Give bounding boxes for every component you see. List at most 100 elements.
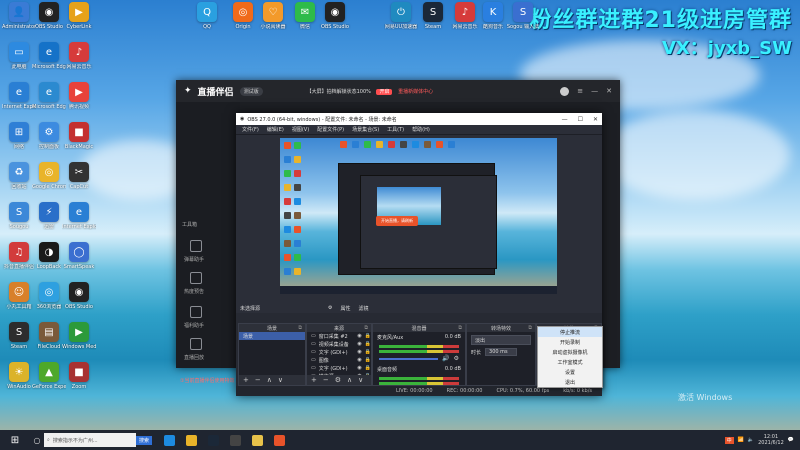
desktop-icon[interactable]: e Internet Explorer	[62, 202, 96, 230]
taskbar-app-zhibo[interactable]	[268, 430, 290, 450]
taskbar-app-steam[interactable]	[202, 430, 224, 450]
desktop-icon[interactable]: ◑ LoopBack	[32, 242, 66, 270]
close-icon[interactable]: ✕	[606, 87, 612, 96]
desktop-icon[interactable]: K 酷狗音乐	[476, 2, 510, 30]
lock-icon[interactable]: 🔒	[365, 341, 371, 347]
desktop-icon[interactable]: ☀ WinAudio	[2, 362, 36, 390]
eye-icon[interactable]: ◉	[357, 349, 361, 355]
desktop-icon[interactable]: ◉ OBS Studio	[32, 2, 66, 30]
desktop-icon[interactable]: ▶ CyberLink	[62, 2, 96, 30]
desktop-icon[interactable]: S Steam	[2, 322, 36, 350]
desktop-icon[interactable]: S Sogou 输入法	[506, 2, 540, 30]
control-button[interactable]: 停止推流	[538, 327, 602, 337]
add-icon[interactable]: +	[311, 376, 317, 384]
obs-preview[interactable]: 开始直播，请刷新	[280, 138, 557, 294]
desktop-icon[interactable]: ▭ 此电脑	[2, 42, 36, 70]
sidebar-item-welfare[interactable]: 福利助手	[184, 322, 204, 329]
clock[interactable]: 12:01 2021/6/12	[758, 434, 784, 446]
transition-select[interactable]: 淡出	[471, 335, 531, 345]
search-button[interactable]: 搜索	[136, 435, 153, 445]
desktop-icon[interactable]: 👤 Administrator	[2, 2, 36, 30]
search-input[interactable]: 搜索指示不为广州...	[53, 437, 133, 444]
control-button[interactable]: 退出	[538, 377, 602, 387]
source-item[interactable]: ▭ 窗口采集 #2 ◉ 🔒	[307, 332, 371, 340]
speaker-icon[interactable]: 🔊	[442, 355, 449, 362]
desktop-icon[interactable]: ✉ 微信	[288, 2, 322, 30]
dock-close-icon[interactable]: ⧉	[298, 325, 302, 331]
notification-icon[interactable]: 💬	[788, 437, 794, 443]
add-icon[interactable]: +	[243, 376, 249, 384]
desktop-icon[interactable]: ◎ 360浏览器	[32, 282, 66, 310]
lock-icon[interactable]: 🔒	[365, 365, 371, 371]
lock-icon[interactable]: 🔒	[365, 349, 371, 355]
desktop-icon[interactable]: ▲ GeForce Experience	[32, 362, 66, 390]
desktop-icon[interactable]: ☺ 小丸工具箱	[2, 282, 36, 310]
desktop-icon[interactable]: S Steam	[416, 2, 450, 30]
taskbar-app-chrome[interactable]	[180, 430, 202, 450]
control-button[interactable]: 启动虚拟摄像机	[538, 347, 602, 357]
desktop-icon[interactable]: ◯ SmartSpeak	[62, 242, 96, 270]
dock-close-icon[interactable]: ⧉	[458, 325, 462, 331]
remove-icon[interactable]: −	[323, 376, 329, 384]
sidebar-item-toolbox[interactable]: 工具箱	[182, 221, 197, 228]
network-icon[interactable]: 📶	[738, 437, 744, 443]
desktop-icon[interactable]: ▶ 腾讯视频	[62, 82, 96, 110]
search-box[interactable]: ⌕ 搜索指示不为广州...	[44, 433, 136, 447]
desktop-icon[interactable]: Q QQ	[190, 2, 224, 30]
desktop-icon[interactable]: ⊞ 网络	[2, 122, 36, 150]
up-icon[interactable]: ∧	[347, 376, 352, 384]
menu-icon[interactable]: ≡	[577, 87, 583, 96]
desktop-icon[interactable]: ⏻ 网易UU加速器	[384, 2, 418, 30]
desktop-icon[interactable]: ♪ 网易云音乐	[62, 42, 96, 70]
desktop-icon[interactable]: e Microsoft Edge	[32, 82, 66, 110]
desktop-icon[interactable]: S Sougou	[2, 202, 36, 230]
control-button[interactable]: 设置	[538, 367, 602, 377]
minimize-icon[interactable]: —	[562, 116, 568, 123]
zhibo-status-tag[interactable]: 开启	[376, 88, 393, 95]
source-item[interactable]: ▭ 图像 ◉ 🔒	[307, 356, 371, 364]
source-item[interactable]: ▭ 文字 (GDI+) ◉ 🔒	[307, 348, 371, 356]
gear-icon[interactable]: ⚙	[335, 376, 341, 384]
desktop-icon[interactable]: ◉ OBS Studio	[318, 2, 352, 30]
start-button[interactable]: ⊞	[0, 430, 30, 450]
minimize-icon[interactable]: —	[591, 87, 598, 96]
dock-close-icon[interactable]: ⧉	[364, 325, 368, 331]
source-item[interactable]: ▭ 文字 (GDI+) ◉ 🔒	[307, 364, 371, 372]
gear-icon[interactable]: ⚙	[328, 305, 332, 312]
desktop-icon[interactable]: ♫ 抖音直播伴侣	[2, 242, 36, 270]
desktop-icon[interactable]: e Internet Explorer	[2, 82, 36, 110]
eye-icon[interactable]: ◉	[357, 365, 361, 371]
desktop-icon[interactable]: ◉ OBS Studio	[62, 282, 96, 310]
sidebar-item-danmu[interactable]: 弹幕助手	[184, 256, 204, 263]
menu-item[interactable]: 帮助(H)	[412, 126, 430, 133]
eye-icon[interactable]: ◉	[357, 341, 361, 347]
dock-close-icon[interactable]: ⧉	[528, 325, 532, 331]
desktop-icon[interactable]: ◎ Google Chrome	[32, 162, 66, 190]
desktop-icon[interactable]: ⚡ 迅雷	[32, 202, 66, 230]
desktop-icon[interactable]: ⚙ 控制面板	[32, 122, 66, 150]
taskbar-app-obs[interactable]	[224, 430, 246, 450]
sidebar-item-replay[interactable]: 直播回放	[184, 354, 204, 361]
duration-input[interactable]: 300 ms	[485, 348, 517, 356]
avatar[interactable]	[560, 86, 570, 96]
up-icon[interactable]: ∧	[267, 376, 272, 384]
menu-item[interactable]: 编辑(E)	[267, 126, 284, 133]
ime-indicator[interactable]: 中	[724, 436, 734, 444]
props-button[interactable]: 属性	[341, 305, 351, 312]
eye-icon[interactable]: ◉	[357, 357, 361, 363]
desktop-icon[interactable]: ♡ 小说阅读器	[256, 2, 290, 30]
gear-icon[interactable]: ⚙	[454, 355, 459, 362]
control-button[interactable]: 工作室模式	[538, 357, 602, 367]
desktop-icon[interactable]: ✂ CapCut	[62, 162, 96, 190]
desktop-icon[interactable]: ♻ 回收站	[2, 162, 36, 190]
sidebar-item-heat[interactable]: 热度预告	[184, 288, 204, 295]
desktop-icon[interactable]: ▤ FileCloud	[32, 322, 66, 350]
desktop-icon[interactable]: ▶ Windows Media	[62, 322, 96, 350]
down-icon[interactable]: ∨	[358, 376, 363, 384]
menu-item[interactable]: 文件(F)	[242, 126, 259, 133]
menu-item[interactable]: 场景集合(S)	[352, 126, 379, 133]
control-button[interactable]: 开始录制	[538, 337, 602, 347]
taskbar-app-folder[interactable]	[246, 430, 268, 450]
source-item[interactable]: ▭ 视频采集设备 ◉ 🔒	[307, 340, 371, 348]
desktop-icon[interactable]: ■ Zoom	[62, 362, 96, 390]
